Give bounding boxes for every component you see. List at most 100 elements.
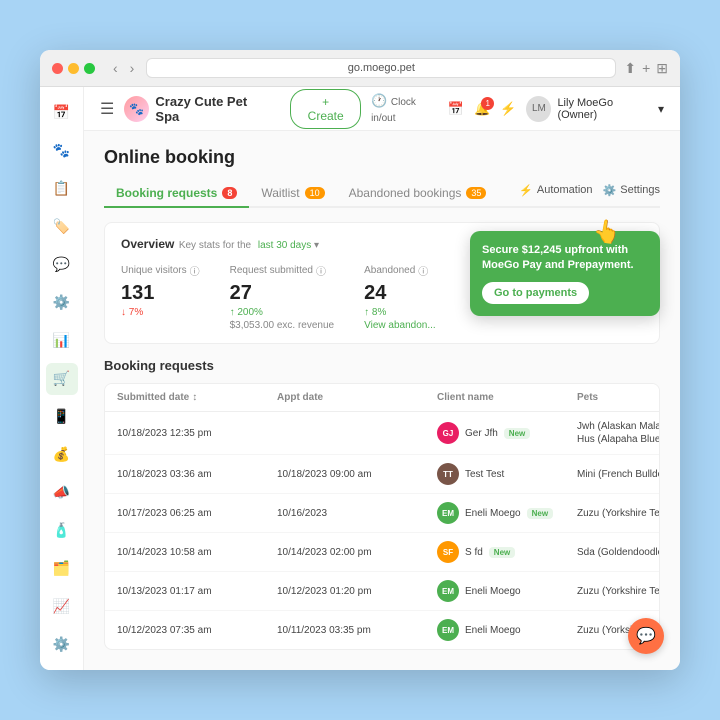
table-row: 10/17/2023 06:25 am 10/16/2023 EM Eneli … <box>105 494 659 533</box>
cell-appt-date: 10/18/2023 09:00 am <box>277 469 437 480</box>
stat-abandoned-sub[interactable]: View abandon... <box>364 320 436 331</box>
sidebar-item-marketing[interactable]: 📣 <box>46 476 78 508</box>
avatar: LM <box>526 96 551 122</box>
user-info[interactable]: LM Lily MoeGo (Owner) ▾ <box>526 96 664 122</box>
close-traffic-light[interactable] <box>52 63 63 74</box>
cell-client: TT Test Test <box>437 463 577 485</box>
client-name: S fd <box>465 547 483 558</box>
create-label: + Create <box>303 95 348 123</box>
tab-abandoned-label: Abandoned bookings <box>349 186 462 200</box>
col-pets: Pets <box>577 392 660 403</box>
page-title: Online booking <box>104 147 660 168</box>
sidebar-item-analytics[interactable]: 📈 <box>46 590 78 622</box>
cell-client: EM Eneli Moego <box>437 580 577 602</box>
brand-name: Crazy Cute Pet Spa <box>155 94 270 124</box>
activity-icon[interactable]: ⚡ <box>500 101 516 117</box>
address-bar[interactable]: go.moego.pet <box>146 58 616 78</box>
col-submitted-date: Submitted date ↕ <box>117 392 277 403</box>
table-row: 10/18/2023 03:36 am 10/18/2023 09:00 am … <box>105 455 659 494</box>
client-name: Eneli Moego <box>465 586 521 597</box>
back-button[interactable]: ‹ <box>109 58 122 78</box>
create-button[interactable]: + Create <box>290 89 361 129</box>
client-name: Ger Jfh <box>465 428 498 439</box>
new-tab-icon[interactable]: + <box>642 60 650 77</box>
tab-abandoned[interactable]: Abandoned bookings 35 <box>337 180 499 206</box>
tab-actions: ⚡ Automation ⚙️ Settings <box>519 180 660 206</box>
promo-button[interactable]: Go to payments <box>482 282 589 304</box>
fullscreen-traffic-light[interactable] <box>84 63 95 74</box>
sort-icon[interactable]: ↕ <box>192 392 197 403</box>
promo-text: Secure $12,245 upfront with MoeGo Pay an… <box>482 243 648 274</box>
brand-logo: 🐾 <box>124 96 149 122</box>
share-icon[interactable]: ⬆ <box>624 60 636 77</box>
col-appt-date: Appt date <box>277 392 437 403</box>
cell-appt-date: 10/16/2023 <box>277 508 437 519</box>
stat-abandoned-label: Abandoned ⓘ <box>364 263 436 278</box>
tab-booking-requests-badge: 8 <box>222 187 237 199</box>
stat-requests-sub: $3,053.00 exc. revenue <box>230 320 335 331</box>
table-row: 10/12/2023 07:35 am 10/11/2023 03:35 pm … <box>105 611 659 649</box>
hamburger-icon[interactable]: ☰ <box>100 99 114 119</box>
date-filter[interactable]: last 30 days <box>258 240 311 251</box>
sidebar-item-clients[interactable]: 📋 <box>46 173 78 205</box>
bell-icon[interactable]: 🔔1 <box>474 101 490 117</box>
client-avatar: TT <box>437 463 459 485</box>
sidebar-item-pets[interactable]: 🐾 <box>46 135 78 167</box>
sidebar-item-booking[interactable]: 🛒 <box>46 363 78 395</box>
minimize-traffic-light[interactable] <box>68 63 79 74</box>
cell-submitted: 10/17/2023 06:25 am <box>117 508 277 519</box>
automation-label: Automation <box>537 184 593 196</box>
info-icon-3: ⓘ <box>418 263 428 278</box>
promo-popup: Secure $12,245 upfront with MoeGo Pay an… <box>470 231 660 316</box>
cell-appt-date: 10/14/2023 02:00 pm <box>277 547 437 558</box>
cell-pets: Sda (Goldendoodle (h)) <box>577 546 660 559</box>
user-name: Lily MoeGo (Owner) <box>557 97 652 121</box>
tab-waitlist[interactable]: Waitlist 10 <box>249 180 336 206</box>
main-content: ☰ 🐾 Crazy Cute Pet Spa + Create 🕐 Clock … <box>84 87 680 670</box>
sidebar-item-files[interactable]: 🗂️ <box>46 552 78 584</box>
forward-button[interactable]: › <box>126 58 139 78</box>
sidebar-item-mobile[interactable]: 📱 <box>46 401 78 433</box>
settings-icon: ⚙️ <box>603 184 617 197</box>
table-row: 10/18/2023 12:35 pm GJ Ger Jfh New Jwh (… <box>105 412 659 455</box>
automation-icon: ⚡ <box>519 184 533 197</box>
chat-fab[interactable]: 💬 <box>628 618 664 654</box>
tab-booking-requests[interactable]: Booking requests 8 <box>104 180 249 208</box>
sidebar-item-products[interactable]: 🧴 <box>46 514 78 546</box>
col-client-name: Client name <box>437 392 577 403</box>
client-avatar: EM <box>437 502 459 524</box>
sidebar-item-tags[interactable]: 🏷️ <box>46 211 78 243</box>
client-avatar: SF <box>437 541 459 563</box>
clock-icon[interactable]: 🕐 Clock in/out <box>371 93 438 124</box>
cell-client: GJ Ger Jfh New <box>437 422 577 444</box>
stat-requests-value: 27 <box>230 282 335 305</box>
settings-button[interactable]: ⚙️ Settings <box>603 184 660 197</box>
traffic-lights <box>52 63 95 74</box>
tab-waitlist-label: Waitlist <box>261 186 299 200</box>
tabs: Booking requests 8 Waitlist 10 Abandoned… <box>104 180 660 208</box>
stat-unique-visitors-label: Unique visitors ⓘ <box>121 263 200 278</box>
sidebar-item-reports[interactable]: 📊 <box>46 325 78 357</box>
new-badge: New <box>489 547 515 558</box>
table-row: 10/14/2023 10:58 am 10/14/2023 02:00 pm … <box>105 533 659 572</box>
booking-table: Submitted date ↕ Appt date Client name P… <box>104 383 660 650</box>
sidebar-item-config[interactable]: ⚙️ <box>46 628 78 660</box>
cell-appt-date: 10/11/2023 03:35 pm <box>277 625 437 636</box>
automation-button[interactable]: ⚡ Automation <box>519 184 592 197</box>
sidebar-item-payments[interactable]: 💰 <box>46 438 78 470</box>
calendar-nav-icon[interactable]: 📅 <box>448 101 464 117</box>
info-icon: ⓘ <box>190 263 200 278</box>
sidebar-item-settings[interactable]: ⚙️ <box>46 287 78 319</box>
cell-submitted: 10/18/2023 03:36 am <box>117 469 277 480</box>
cell-submitted: 10/12/2023 07:35 am <box>117 625 277 636</box>
tab-booking-requests-label: Booking requests <box>116 186 217 200</box>
client-name: Eneli Moego <box>465 625 521 636</box>
browser-nav: ‹ › <box>109 58 138 78</box>
sidebar: 📅 🐾 📋 🏷️ 💬 ⚙️ 📊 🛒 📱 💰 📣 🧴 🗂️ 📈 ⚙️ <box>40 87 84 670</box>
table-header: Submitted date ↕ Appt date Client name P… <box>105 384 659 412</box>
cell-pets: Jwh (Alaskan Malamute) Hus (Alapaha Blue… <box>577 420 660 446</box>
sidebar-item-messages[interactable]: 💬 <box>46 249 78 281</box>
sidebar-toggle-icon[interactable]: ⊞ <box>656 60 668 77</box>
nav-actions: 🕐 Clock in/out 📅 🔔1 ⚡ <box>371 93 516 124</box>
sidebar-item-calendar[interactable]: 📅 <box>46 97 78 129</box>
